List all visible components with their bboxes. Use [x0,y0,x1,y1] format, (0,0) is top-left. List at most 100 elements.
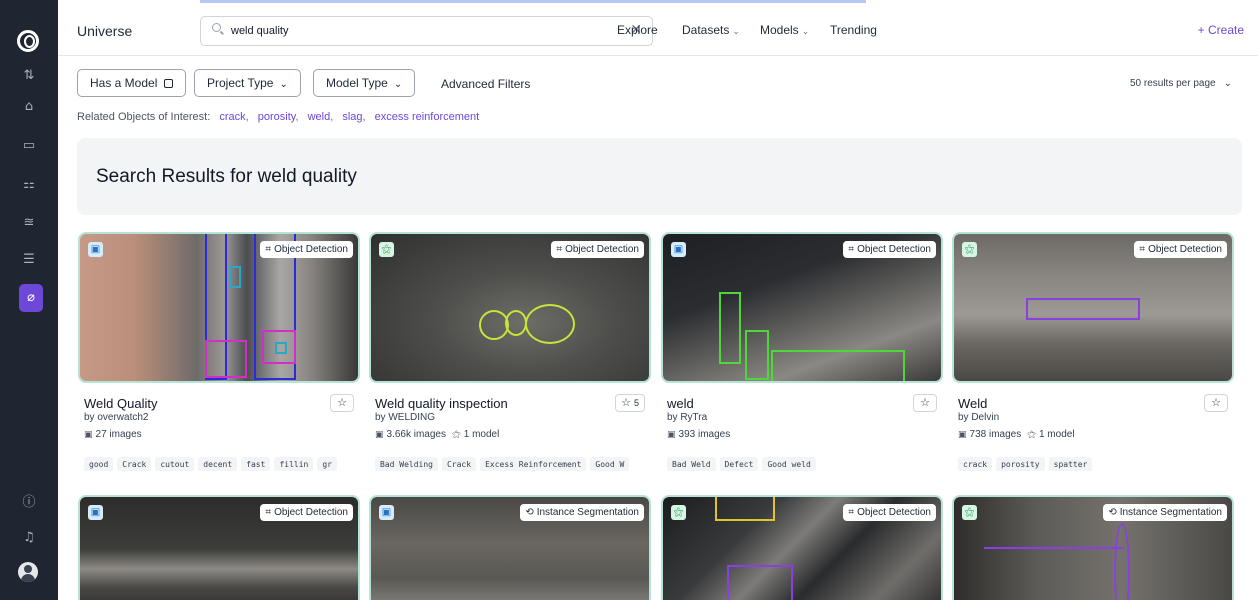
nav-trending[interactable]: Trending [830,23,877,37]
class-tags: Bad Weld Defect Good weld [667,456,943,471]
star-button[interactable]: ☆ [330,394,354,412]
checkbox-icon[interactable] [164,79,174,88]
card-stats: ▣ 27 images [84,429,142,440]
class-tag: good [84,457,114,471]
class-tag: crack [958,457,993,471]
project-thumbnail[interactable]: ⚝ ⌗ Object Detection [369,232,651,383]
project-type-label: Object Detection [1148,244,1222,255]
card-author[interactable]: by Delvin [958,412,999,423]
related-link[interactable]: weld [308,111,331,123]
app-logo-icon[interactable] [17,30,39,52]
nav-explore[interactable]: Explore [617,23,658,37]
card-title[interactable]: weld [667,396,694,411]
class-tag: Crack [117,457,152,471]
related-label: Related Objects of Interest: [77,111,211,123]
chevron-down-icon: ⌄ [801,27,810,37]
project-thumbnail[interactable]: ▣ ⌗ Object Detection [78,232,360,383]
home-icon[interactable]: ⌂ [19,97,39,117]
class-tag: Bad Welding [375,457,438,471]
project-thumbnail[interactable]: ⚝ ⟲ Instance Segmentation [952,495,1234,600]
create-button[interactable]: + Create [1198,23,1244,37]
sidebar: ⇅ ⌂ ▭ ⚏ ≊ ☰ ⌀ ⓘ ♫ [0,0,58,600]
star-button[interactable]: ☆ [913,394,937,412]
model-count: 1 model [1038,429,1075,440]
bounding-box-icon: ⌗ [265,507,272,518]
class-tag: cutout [155,457,195,471]
chart-icon[interactable]: ≊ [19,213,39,233]
project-type-label: Instance Segmentation [1119,507,1222,518]
project-type-label: Instance Segmentation [536,507,639,518]
card-author[interactable]: by WELDING [375,412,435,423]
nav-models[interactable]: Models ⌄ [760,23,809,37]
sort-icon[interactable]: ⇅ [19,66,39,86]
per-page-label: 50 results per page [1129,78,1216,89]
image-icon: ▣ [667,430,676,440]
class-tag: fast [241,457,271,471]
inbox-icon[interactable]: ▭ [19,136,39,156]
bounding-box-icon: ⌗ [556,244,563,255]
avatar[interactable] [18,562,38,582]
related-link[interactable]: excess reinforcement [375,111,480,123]
project-type-tag: ⟲ Instance Segmentation [520,504,644,521]
star-button[interactable]: ☆ [1204,394,1228,412]
results-per-page-select[interactable]: 50 results per page ⌄ [1130,78,1232,89]
card-author[interactable]: by RyTra [667,412,707,423]
dataset-badge-icon: ▣ [379,505,394,520]
related-link[interactable]: slag [342,111,362,123]
model-badge-icon: ⚝ [962,242,977,257]
project-thumbnail[interactable]: ⚝ ⌗ Object Detection [661,495,943,600]
project-type-tag: ⌗ Object Detection [843,504,936,521]
related-link[interactable]: porosity [258,111,296,123]
has-model-filter[interactable]: Has a Model [77,69,187,97]
project-type-tag: ⌗ Object Detection [260,504,353,521]
model-icon: ⚝ [452,430,461,440]
advanced-filters-button[interactable]: Advanced Filters [441,77,530,91]
model-count: 1 model [463,429,500,440]
image-count: 3.66k images [386,429,446,440]
project-thumbnail[interactable]: ▣ ⌗ Object Detection [661,232,943,383]
image-count: 27 images [95,429,142,440]
dataset-badge-icon: ▣ [88,505,103,520]
class-tags: good Crack cutout decent fast fillin gr [84,456,360,471]
workflow-icon[interactable]: ⚏ [19,175,39,195]
project-thumbnail[interactable]: ▣ ⌗ Object Detection [78,495,360,600]
project-type-tag: ⌗ Object Detection [551,241,644,258]
bell-icon[interactable]: ♫ [19,528,39,548]
star-button[interactable]: ☆ 5 [615,394,645,412]
model-type-filter[interactable]: Model Type ⌄ [313,69,416,97]
search-input[interactable] [231,23,611,39]
universe-icon[interactable]: ⌀ [19,284,43,312]
class-tag: spatter [1048,457,1093,471]
project-thumbnail[interactable]: ▣ ⟲ Instance Segmentation [369,495,651,600]
project-type-label: Object Detection [857,507,931,518]
nav-trending-label: Trending [830,23,877,37]
related-objects: Related Objects of Interest: crack, poro… [77,111,479,123]
project-type-label: Object Detection [274,244,348,255]
database-icon[interactable]: ☰ [19,250,39,270]
class-tag: decent [198,457,238,471]
chevron-down-icon: ⌄ [732,27,740,37]
related-link[interactable]: crack [219,111,245,123]
card-title[interactable]: Weld quality inspection [375,396,508,411]
separator: , [295,111,299,123]
segmentation-icon: ⟲ [525,507,534,518]
project-type-filter[interactable]: Project Type ⌄ [194,69,301,97]
card-stats: ▣ 3.66k images ⚝ 1 model [375,429,499,440]
class-tag: porosity [996,457,1045,471]
class-tag: Crack [441,457,477,471]
nav-datasets-label: Datasets [682,23,730,37]
search-box[interactable]: ✕ [200,16,653,46]
card-title[interactable]: Weld [958,396,987,411]
card-title[interactable]: Weld Quality [84,396,157,411]
project-thumbnail[interactable]: ⚝ ⌗ Object Detection [952,232,1234,383]
nav-datasets[interactable]: Datasets ⌄ [682,23,740,37]
separator: , [362,111,366,123]
brand-title[interactable]: Universe [77,23,132,39]
star-icon: ☆ [337,396,347,409]
project-type-tag: ⌗ Object Detection [1134,241,1227,258]
image-count: 393 images [678,429,731,440]
model-icon: ⚝ [1027,430,1036,440]
bounding-box-icon: ⌗ [848,244,855,255]
card-author[interactable]: by overwatch2 [84,412,148,423]
help-icon[interactable]: ⓘ [19,493,39,513]
